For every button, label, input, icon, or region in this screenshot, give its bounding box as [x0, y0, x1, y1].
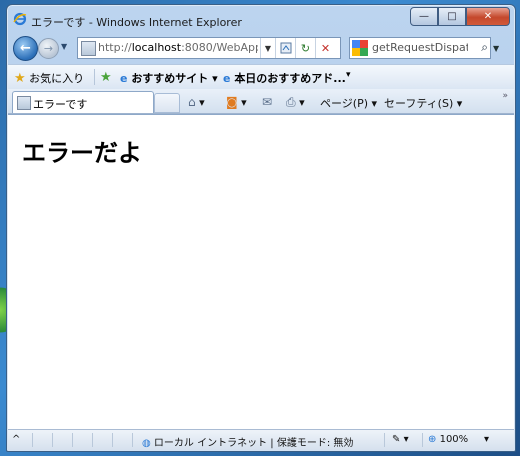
search-options-dropdown[interactable]: ▼ [493, 44, 499, 53]
zoom-icon: ⊕ [428, 434, 437, 445]
back-arrow-icon: ← [20, 41, 31, 56]
refresh-button[interactable]: ↻ [295, 38, 315, 58]
security-zone-label: ローカル イントラネット | 保護モード: 無効 [153, 438, 354, 449]
refresh-icon: ↻ [300, 41, 311, 55]
browser-window: エラーです - Windows Internet Explorer — □ ✕ … [6, 4, 516, 452]
close-icon: ✕ [483, 11, 493, 22]
address-scheme: http:// [98, 41, 132, 54]
window-controls: — □ ✕ [410, 7, 510, 26]
read-mail-button[interactable]: ✉ [262, 95, 272, 109]
compatibility-view-button[interactable] [275, 38, 295, 58]
popup-icon: ✎ [392, 434, 401, 445]
todays-picks-label: 本日のおすすめアド... [234, 72, 346, 85]
stop-button[interactable]: ✕ [315, 38, 335, 58]
home-icon: ⌂ [188, 95, 196, 109]
favorites-button[interactable]: ★ お気に入り [14, 70, 84, 86]
suggested-sites-link[interactable]: e おすすめサイト ▾ [120, 70, 218, 86]
navigation-bar: ← → ▼ http://localhost:8080/WebApplicati… [11, 35, 511, 61]
stop-icon: ✕ [320, 41, 331, 55]
todays-picks-link[interactable]: e 本日のおすすめアド... [223, 70, 346, 86]
status-bar: ^ ◍ ローカル イントラネット | 保護モード: 無効 ✎ ▾ ⊕ 100% … [8, 429, 514, 450]
status-divider [52, 433, 53, 447]
favorites-star-icon: ★ [14, 71, 26, 86]
chevron-down-icon: ▼ [264, 43, 272, 53]
close-button[interactable]: ✕ [466, 7, 510, 26]
zoom-level: 100% [439, 434, 469, 445]
intranet-globe-icon: ◍ [142, 438, 151, 449]
back-button[interactable]: ← [13, 36, 38, 61]
address-host: localhost [131, 41, 182, 54]
google-logo-icon [352, 40, 368, 56]
safety-menu[interactable]: セーフティ(S) ▾ [384, 95, 462, 111]
address-input[interactable]: http://localhost:8080/WebApplication [98, 41, 258, 54]
mail-icon: ✉ [262, 95, 273, 109]
maximize-button[interactable]: □ [438, 7, 466, 26]
favorites-more-dropdown[interactable]: ▾ [346, 70, 351, 80]
suggested-sites-label: おすすめサイト ▾ [131, 72, 218, 85]
address-path: :8080/WebApplication [181, 41, 258, 54]
home-button[interactable]: ⌂ ▾ [188, 95, 205, 109]
maximize-icon: □ [447, 11, 457, 22]
forward-button[interactable]: → [38, 38, 59, 59]
search-input[interactable]: getRequestDispatcher [372, 41, 468, 54]
status-divider [92, 433, 93, 447]
tab-active[interactable]: エラーです [12, 91, 154, 113]
window-title: エラーです - Windows Internet Explorer [31, 16, 242, 29]
tab-label: エラーです [33, 98, 88, 111]
recent-pages-dropdown[interactable]: ▼ [61, 42, 67, 51]
command-overflow-icon[interactable]: » [502, 91, 508, 101]
separator [94, 69, 95, 85]
search-box[interactable]: getRequestDispatcher ⌕ [349, 37, 491, 59]
favorites-label: お気に入り [29, 72, 85, 85]
title-bar[interactable]: エラーです - Windows Internet Explorer — □ ✕ [7, 5, 515, 33]
status-divider [72, 433, 73, 447]
page-menu[interactable]: ページ(P) ▾ [320, 95, 377, 111]
ie-page-icon: e [120, 72, 128, 85]
favorites-bar: ★ お気に入り ★ e おすすめサイト ▾ e 本日のおすすめアド... ▾ [8, 64, 514, 89]
address-bar[interactable]: http://localhost:8080/WebApplication ▼ ↻… [77, 37, 341, 59]
zoom-button[interactable]: ⊕ 100% [428, 434, 468, 445]
status-left-marker: ^ [12, 434, 21, 445]
tab-favicon-icon [17, 96, 31, 110]
page-favicon-icon [81, 41, 96, 56]
new-tab-button[interactable] [154, 93, 180, 113]
minimize-button[interactable]: — [410, 7, 438, 26]
status-divider [112, 433, 113, 447]
compatibility-view-icon [280, 42, 291, 54]
add-to-favorites-bar-button[interactable]: ★ [100, 70, 112, 85]
status-divider [384, 433, 385, 447]
print-button[interactable]: ⎙ ▾ [286, 95, 305, 110]
add-favorite-star-icon: ★ [100, 70, 112, 85]
forward-arrow-icon: → [43, 42, 54, 55]
printer-icon: ⎙ [286, 95, 296, 109]
zoom-dropdown[interactable]: ▾ [484, 434, 489, 445]
page-heading: エラーだよ [22, 139, 142, 167]
page-content: エラーだよ [8, 114, 514, 429]
status-divider [132, 433, 133, 447]
search-icon[interactable]: ⌕ [481, 40, 488, 55]
command-bar: エラーです ⌂ ▾ ◙ ▾ ✉ ⎙ ▾ ページ(P) ▾ セーフティ(S) ▾ … [8, 89, 514, 114]
popup-blocker-button[interactable]: ✎ ▾ [392, 434, 409, 445]
rss-icon: ◙ [226, 95, 238, 109]
status-divider [422, 433, 423, 447]
ie-page-icon: e [223, 72, 231, 85]
minimize-icon: — [419, 11, 429, 22]
feeds-button[interactable]: ◙ ▾ [226, 95, 247, 109]
address-dropdown-button[interactable]: ▼ [260, 38, 275, 58]
status-divider [32, 433, 33, 447]
ie-logo-icon [13, 12, 27, 26]
security-zone[interactable]: ◍ ローカル イントラネット | 保護モード: 無効 [142, 434, 353, 449]
